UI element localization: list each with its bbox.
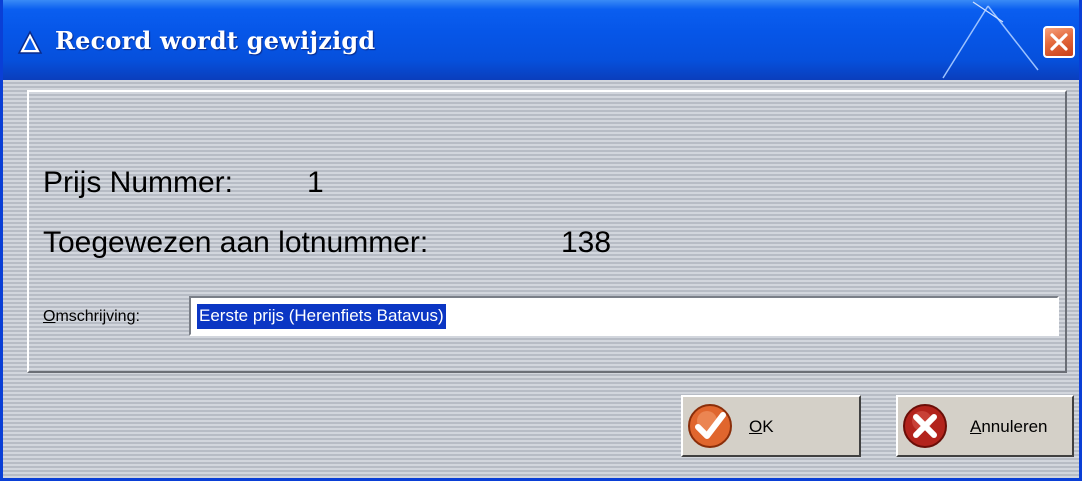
ok-button[interactable]: OK: [681, 395, 861, 457]
ok-label-text: K: [762, 417, 774, 436]
close-icon: [1050, 33, 1068, 51]
cancel-button[interactable]: Annuleren: [896, 395, 1074, 457]
cancel-label: Annuleren: [970, 417, 1048, 437]
description-label-accel: O: [43, 308, 56, 325]
prize-number-label: Prijs Nummer:: [43, 166, 234, 199]
close-button[interactable]: [1043, 26, 1075, 58]
title-decoration: [942, 1, 1039, 79]
prize-number-value: 1: [307, 166, 324, 199]
cancel-label-accel: A: [970, 417, 982, 436]
dialog-window: Record wordt gewijzigd Prijs Nummer: 1 T…: [0, 0, 1082, 481]
checkmark-icon: [688, 404, 732, 448]
ok-label-accel: O: [749, 417, 763, 436]
window-title: Record wordt gewijzigd: [55, 26, 376, 55]
description-input-value[interactable]: Eerste prijs (Herenfiets Batavus): [197, 304, 446, 329]
ok-label: OK: [749, 417, 774, 437]
delta-app-icon: [17, 30, 43, 54]
description-input[interactable]: Eerste prijs (Herenfiets Batavus): [189, 296, 1059, 336]
assigned-lot-value: 138: [561, 226, 612, 259]
title-bar[interactable]: Record wordt gewijzigd: [3, 0, 1079, 80]
assigned-lot-label: Toegewezen aan lotnummer:: [43, 226, 429, 259]
dialog-body: Prijs Nummer: 1 Toegewezen aan lotnummer…: [3, 80, 1079, 478]
cancel-label-text: nnuleren: [981, 417, 1048, 436]
description-label: Omschrijving:: [43, 308, 140, 326]
description-label-text: mschrijving:: [55, 308, 140, 325]
cancel-x-icon: [903, 404, 947, 448]
